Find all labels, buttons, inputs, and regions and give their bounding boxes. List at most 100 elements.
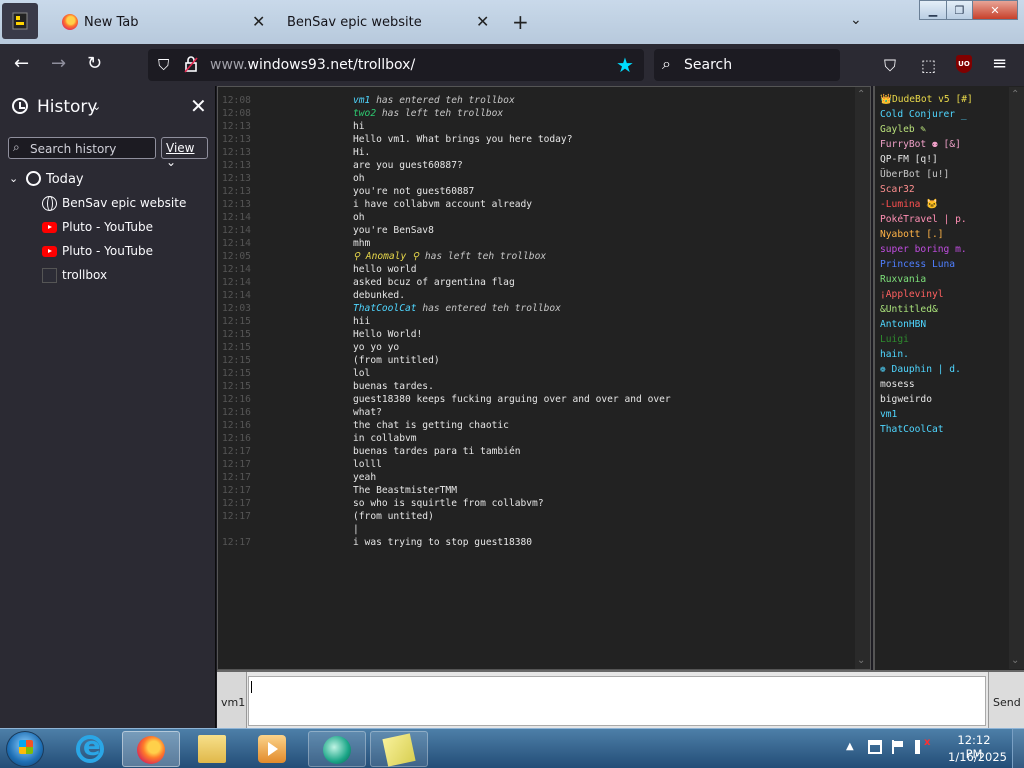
chat-input-row: vm1 Send	[217, 670, 1024, 728]
user-list-item[interactable]: hain.	[880, 349, 909, 363]
user-list-scrollbar[interactable]	[1009, 87, 1024, 669]
message-text: lol	[353, 368, 371, 379]
user-list-item[interactable]: ¡Applevinyl	[880, 289, 944, 303]
user-list-item[interactable]: Princess Luna	[880, 259, 955, 273]
message-text: i have collabvm account already	[353, 199, 533, 210]
volume-muted-icon[interactable]	[915, 737, 930, 754]
taskbar-explorer[interactable]	[184, 731, 242, 767]
user-list-item[interactable]: super boring m.	[880, 244, 967, 258]
user-list-item[interactable]: Nyabott [.]	[880, 229, 944, 243]
history-sidebar: History ⌄ ✕ ⌕ Search history View ⌄ ⌄ To…	[0, 86, 216, 728]
user-list-item[interactable]: -Lumina 🐱	[880, 199, 938, 213]
message-timestamp: 12:08	[222, 95, 251, 106]
event-nick[interactable]: ThatCoolCat	[353, 303, 417, 314]
message-text: hi	[353, 121, 365, 132]
user-list-item[interactable]: mosess	[880, 379, 915, 393]
window-minimize-button[interactable]: ▁	[919, 0, 947, 20]
message-text: buenas tardes para ti también	[353, 446, 521, 457]
taskbar-media-player[interactable]	[244, 731, 302, 767]
user-list-item[interactable]: bigweirdo	[880, 394, 932, 408]
search-input[interactable]: ⌕ Search	[654, 49, 840, 81]
message-timestamp: 12:15	[222, 368, 251, 379]
show-desktop-button[interactable]	[1012, 729, 1024, 768]
history-group-today[interactable]: Today	[46, 172, 84, 187]
scroll-up-icon[interactable]: ⌃	[857, 89, 865, 100]
user-list-item[interactable]: Cold Conjurer _	[880, 109, 967, 123]
show-hidden-icons-button[interactable]: ▲	[846, 741, 854, 752]
tab-list-chevron-icon[interactable]: ⌄	[850, 12, 862, 28]
tab-new-tab[interactable]: New Tab ✕	[54, 4, 272, 40]
app-menu-button[interactable]	[2, 3, 38, 39]
message-text: guest18380 keeps fucking arguing over an…	[353, 394, 671, 405]
clock-date[interactable]: 1/16/2025	[948, 750, 1007, 764]
user-list-item[interactable]: ThatCoolCat	[880, 424, 944, 438]
message-text: oh	[353, 212, 365, 223]
hamburger-menu-icon[interactable]: ≡	[992, 53, 1007, 74]
user-list-item[interactable]: 👑DudeBot v5 [#]	[880, 94, 973, 108]
user-list-item[interactable]: Ruxvania	[880, 274, 926, 288]
taskbar-internet-explorer[interactable]	[62, 731, 120, 767]
scroll-up-icon[interactable]: ⌃	[1011, 89, 1019, 100]
taskbar-app-orb[interactable]	[308, 731, 366, 767]
user-list-item[interactable]: QP-FM [q!]	[880, 154, 938, 168]
event-nick[interactable]: ⚲ Anomaly ⚲	[353, 251, 419, 262]
scroll-down-icon[interactable]: ⌄	[1011, 655, 1019, 666]
forward-button[interactable]: →	[51, 55, 66, 73]
chevron-down-icon[interactable]: ⌄	[92, 100, 101, 113]
tracking-shield-icon[interactable]: ⛉	[158, 56, 169, 74]
start-button[interactable]	[6, 731, 44, 767]
reload-button[interactable]: ↻	[87, 55, 102, 73]
url-text[interactable]: www.windows93.net/trollbox/	[210, 57, 415, 73]
window-maximize-button[interactable]: ❐	[946, 0, 973, 20]
lock-icon[interactable]	[184, 55, 198, 73]
user-list-item[interactable]: AntonHBN	[880, 319, 926, 333]
user-list-item[interactable]: vm1	[880, 409, 897, 423]
event-nick[interactable]: two2	[353, 108, 376, 119]
ublock-origin-icon[interactable]: UO	[956, 55, 972, 73]
event-nick[interactable]: vm1	[353, 95, 370, 106]
chevron-down-icon[interactable]: ⌄	[9, 172, 18, 185]
network-icon[interactable]	[868, 740, 882, 754]
tab-bensav[interactable]: BenSav epic website ✕	[278, 4, 500, 40]
url-bar[interactable]: ⛉ www.windows93.net/trollbox/ ★	[148, 49, 644, 81]
message-timestamp: 12:17	[222, 537, 251, 548]
user-list-item[interactable]: Luigi	[880, 334, 909, 348]
message-text: i was trying to stop guest18380	[353, 537, 533, 548]
message-timestamp: 12:17	[222, 498, 251, 509]
tab-close-icon[interactable]: ✕	[252, 12, 265, 31]
action-center-flag-icon[interactable]	[892, 740, 906, 754]
taskbar-firefox[interactable]	[122, 731, 180, 767]
message-text: what?	[353, 407, 382, 418]
search-history-input[interactable]: ⌕ Search history	[8, 137, 156, 159]
send-button[interactable]: Send	[988, 672, 1024, 728]
scroll-down-icon[interactable]: ⌄	[857, 655, 865, 666]
new-tab-button[interactable]: +	[512, 10, 529, 34]
message-text: Hello vm1. What brings you here today?	[353, 134, 573, 145]
window-close-button[interactable]: ✕	[972, 0, 1018, 20]
view-menu-button[interactable]: View ⌄	[161, 137, 208, 169]
chat-log: 12:08→vm1 has entered teh trollbox12:08←…	[217, 86, 871, 670]
user-list-item[interactable]: &Untitled&	[880, 304, 938, 318]
user-list-item[interactable]: Scar32	[880, 184, 915, 198]
message-input[interactable]	[248, 676, 986, 726]
taskbar-sticky-notes[interactable]	[370, 731, 428, 767]
youtube-icon	[42, 246, 57, 257]
back-button[interactable]: ←	[14, 55, 29, 73]
user-list-item[interactable]: Gayleb ✎	[880, 124, 926, 138]
message-timestamp: 12:03	[222, 303, 251, 314]
sidebar-close-button[interactable]: ✕	[190, 94, 207, 118]
user-list-item[interactable]: ❁ Dauphin | d.	[880, 364, 961, 378]
sidebar-title[interactable]: History	[37, 97, 97, 117]
user-list-item[interactable]: ÜberBot [u!]	[880, 169, 949, 183]
tab-label: New Tab	[84, 15, 139, 30]
extensions-icon[interactable]: ⬚	[921, 56, 936, 75]
user-list-item[interactable]: PokéTravel | p.	[880, 214, 967, 228]
nickname-button[interactable]: vm1	[217, 672, 247, 728]
chat-scrollbar[interactable]	[855, 87, 870, 669]
tab-close-icon[interactable]: ✕	[476, 12, 489, 31]
pocket-icon[interactable]: ⛉	[884, 56, 896, 76]
message-text: so who is squirtle from collabvm?	[353, 498, 544, 509]
message-timestamp: 12:13	[222, 134, 251, 145]
bookmark-star-icon[interactable]: ★	[616, 53, 634, 77]
user-list-item[interactable]: FurryBot ⚉ [&]	[880, 139, 961, 153]
